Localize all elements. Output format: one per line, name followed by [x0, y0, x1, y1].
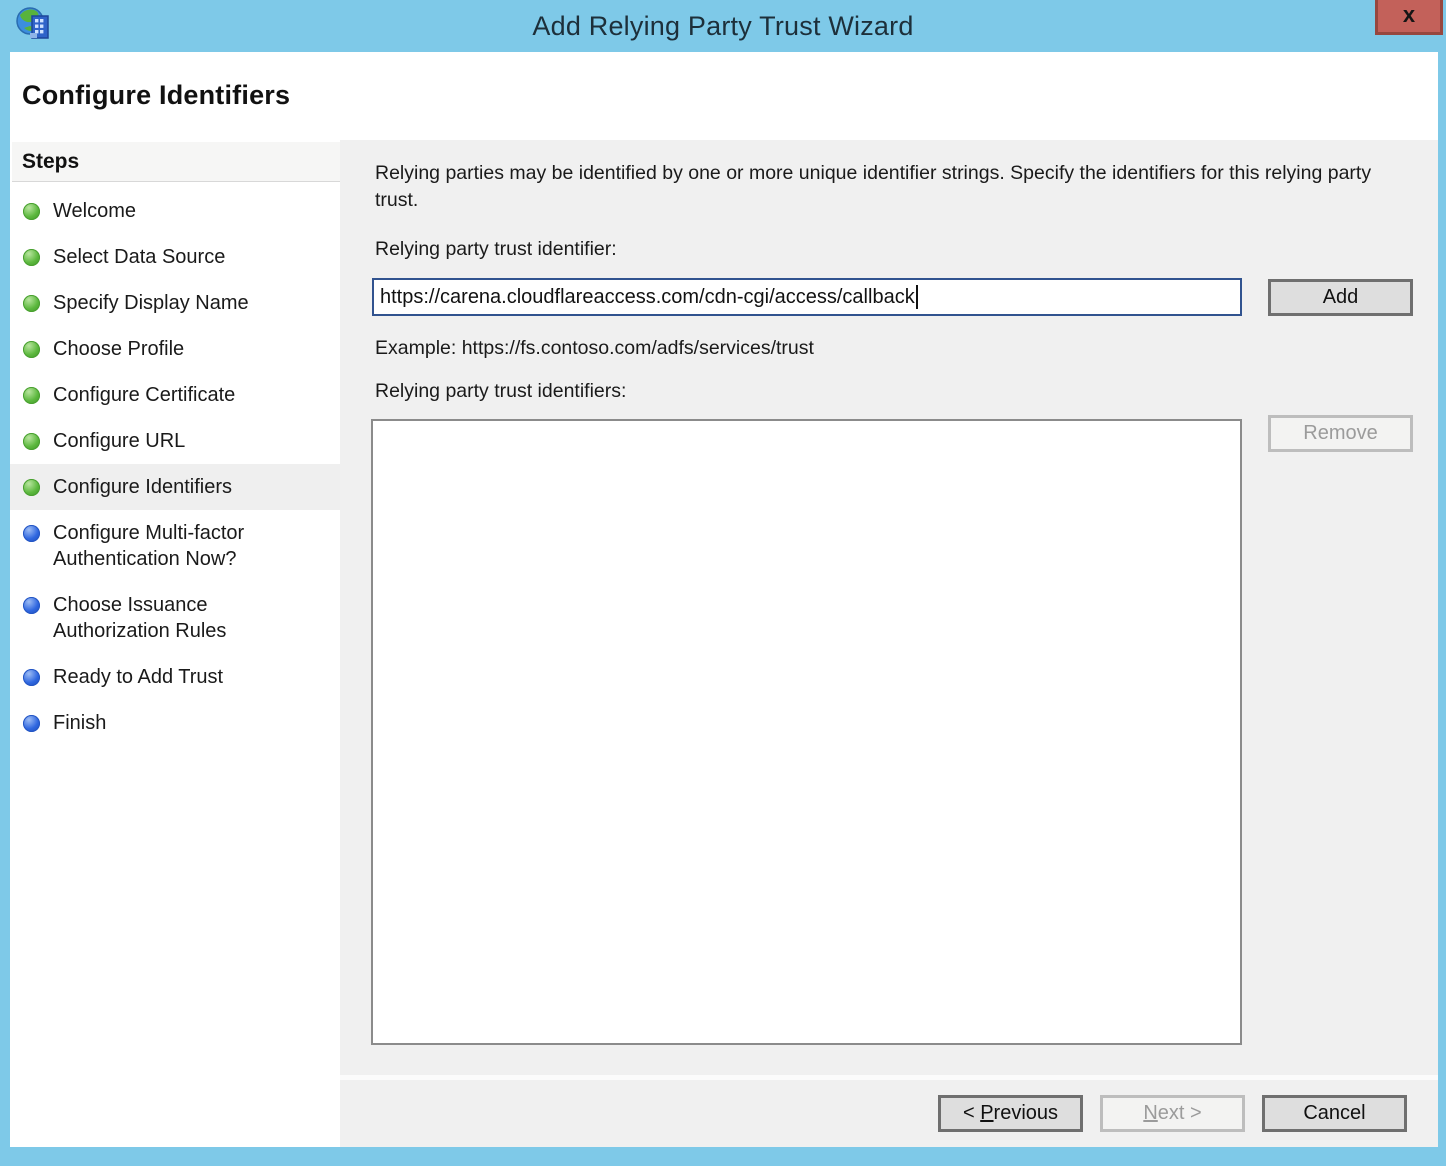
step-label: Welcome	[53, 198, 136, 224]
previous-button[interactable]: < Previous	[938, 1095, 1083, 1132]
page-description: Relying parties may be identified by one…	[375, 160, 1405, 214]
sidebar-item-configure-identifiers[interactable]: Configure Identifiers	[10, 464, 340, 510]
footer-bar: < Previous Next > Cancel	[340, 1080, 1438, 1147]
sidebar-item-select-data-source[interactable]: Select Data Source	[10, 234, 340, 280]
next-button[interactable]: Next >	[1100, 1095, 1245, 1132]
step-status-dot	[23, 387, 40, 404]
previous-button-rest: revious	[994, 1102, 1058, 1125]
page-title: Configure Identifiers	[22, 80, 290, 111]
remove-button[interactable]: Remove	[1268, 415, 1413, 452]
page-header: Configure Identifiers	[10, 52, 1438, 140]
step-status-dot	[23, 479, 40, 496]
step-status-dot	[23, 295, 40, 312]
previous-button-prefix: <	[963, 1102, 980, 1125]
main-column: Relying parties may be identified by one…	[340, 140, 1438, 1147]
sidebar-item-finish[interactable]: Finish	[10, 700, 340, 746]
sidebar-item-configure-mfa[interactable]: Configure Multi-factor Authentication No…	[10, 510, 340, 582]
sidebar-item-welcome[interactable]: Welcome	[10, 188, 340, 234]
identifier-field-label: Relying party trust identifier:	[375, 238, 617, 261]
step-label: Select Data Source	[53, 244, 225, 270]
step-status-dot	[23, 715, 40, 732]
step-status-dot	[23, 203, 40, 220]
sidebar-item-ready-to-add-trust[interactable]: Ready to Add Trust	[10, 654, 340, 700]
sidebar-item-configure-url[interactable]: Configure URL	[10, 418, 340, 464]
previous-button-accelerator: P	[980, 1102, 993, 1125]
step-status-dot	[23, 249, 40, 266]
step-label: Configure Multi-factor Authentication No…	[53, 520, 265, 572]
close-button[interactable]: x	[1375, 0, 1443, 35]
titlebar: Add Relying Party Trust Wizard x	[0, 0, 1446, 52]
step-label: Choose Issuance Authorization Rules	[53, 592, 265, 644]
text-caret	[916, 285, 918, 309]
step-status-dot	[23, 597, 40, 614]
step-label: Choose Profile	[53, 336, 184, 362]
step-status-dot	[23, 433, 40, 450]
relying-party-identifier-input[interactable]: https://carena.cloudflareaccess.com/cdn-…	[372, 278, 1242, 316]
step-label: Specify Display Name	[53, 290, 249, 316]
sidebar-item-specify-display-name[interactable]: Specify Display Name	[10, 280, 340, 326]
next-button-accelerator: N	[1143, 1102, 1157, 1125]
sidebar-item-choose-profile[interactable]: Choose Profile	[10, 326, 340, 372]
wizard-window: Configure Identifiers Steps Welcome Sele…	[10, 52, 1438, 1147]
step-label: Finish	[53, 710, 106, 736]
steps-list: Welcome Select Data Source Specify Displ…	[10, 188, 340, 746]
steps-header: Steps	[12, 142, 340, 182]
step-label: Ready to Add Trust	[53, 664, 223, 690]
step-label: Configure Certificate	[53, 382, 235, 408]
sidebar-item-choose-issuance-rules[interactable]: Choose Issuance Authorization Rules	[10, 582, 340, 654]
example-text: Example: https://fs.contoso.com/adfs/ser…	[375, 337, 814, 360]
window-title: Add Relying Party Trust Wizard	[0, 0, 1446, 52]
sidebar-item-configure-certificate[interactable]: Configure Certificate	[10, 372, 340, 418]
add-button[interactable]: Add	[1268, 279, 1413, 316]
cancel-button[interactable]: Cancel	[1262, 1095, 1407, 1132]
step-status-dot	[23, 525, 40, 542]
content-pane: Relying parties may be identified by one…	[340, 140, 1438, 1075]
step-label: Configure Identifiers	[53, 474, 232, 500]
next-button-rest: ext >	[1158, 1102, 1202, 1125]
step-label: Configure URL	[53, 428, 185, 454]
steps-sidebar: Steps Welcome Select Data Source Specify…	[10, 140, 340, 1147]
identifiers-list-label: Relying party trust identifiers:	[375, 380, 626, 403]
step-status-dot	[23, 341, 40, 358]
step-status-dot	[23, 669, 40, 686]
identifier-input-value: https://carena.cloudflareaccess.com/cdn-…	[380, 286, 915, 309]
relying-party-identifiers-listbox[interactable]	[371, 419, 1242, 1045]
